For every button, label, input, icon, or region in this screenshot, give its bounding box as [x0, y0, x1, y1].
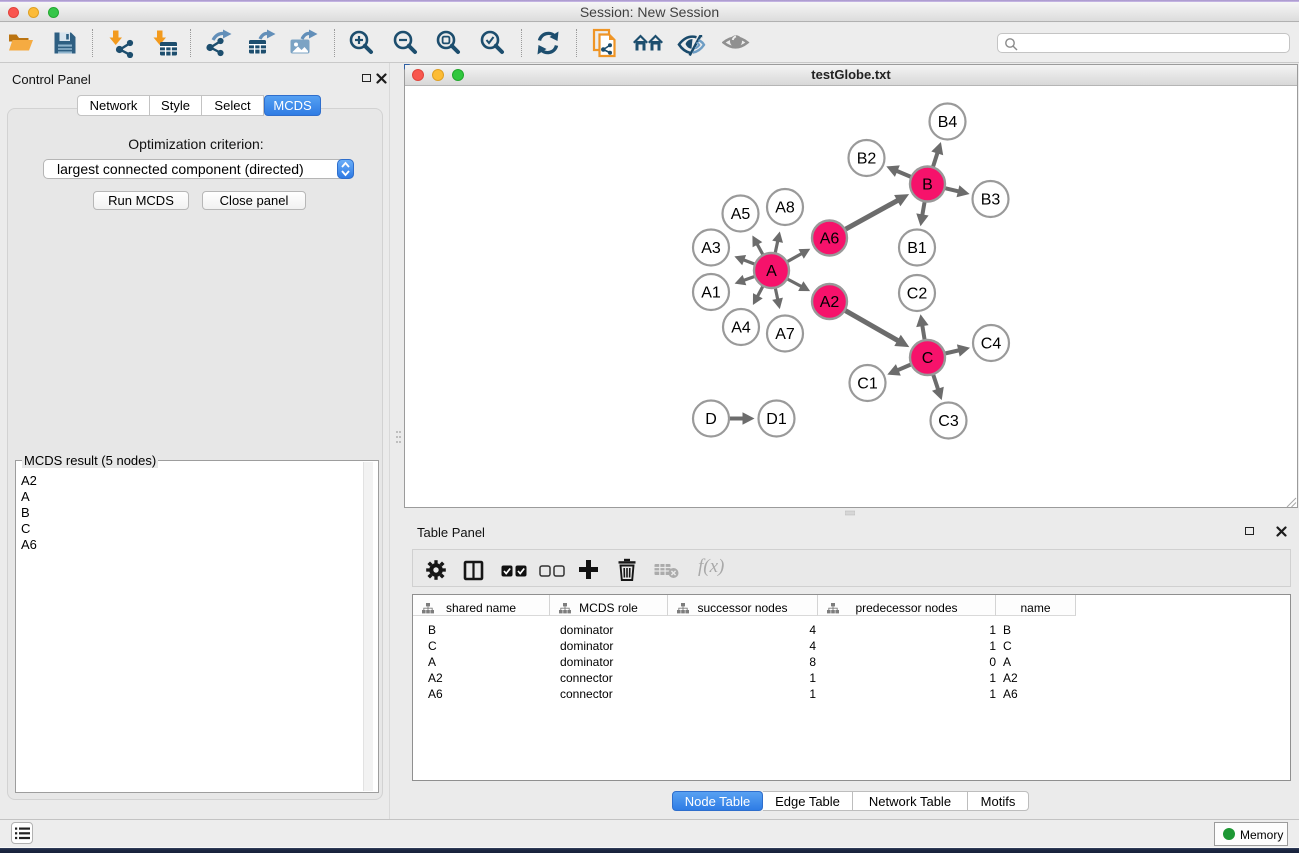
svg-text:A: A	[766, 263, 777, 280]
svg-text:A3: A3	[701, 240, 721, 257]
svg-text:A8: A8	[775, 200, 795, 217]
svg-text:D1: D1	[766, 411, 787, 428]
svg-text:B2: B2	[857, 151, 877, 168]
svg-text:C2: C2	[907, 286, 928, 303]
svg-text:C3: C3	[938, 413, 959, 430]
svg-text:B: B	[922, 177, 933, 194]
svg-text:D: D	[705, 411, 717, 428]
svg-text:B1: B1	[907, 240, 927, 257]
svg-text:B4: B4	[938, 114, 958, 131]
svg-text:A2: A2	[820, 294, 840, 311]
svg-text:A7: A7	[775, 326, 795, 343]
svg-text:A4: A4	[731, 320, 751, 337]
svg-text:A5: A5	[731, 206, 751, 223]
svg-text:C: C	[922, 350, 934, 367]
svg-text:B3: B3	[981, 192, 1001, 209]
svg-text:A1: A1	[701, 285, 721, 302]
svg-text:A6: A6	[820, 231, 840, 248]
svg-text:C1: C1	[857, 376, 878, 393]
svg-text:C4: C4	[981, 336, 1002, 353]
